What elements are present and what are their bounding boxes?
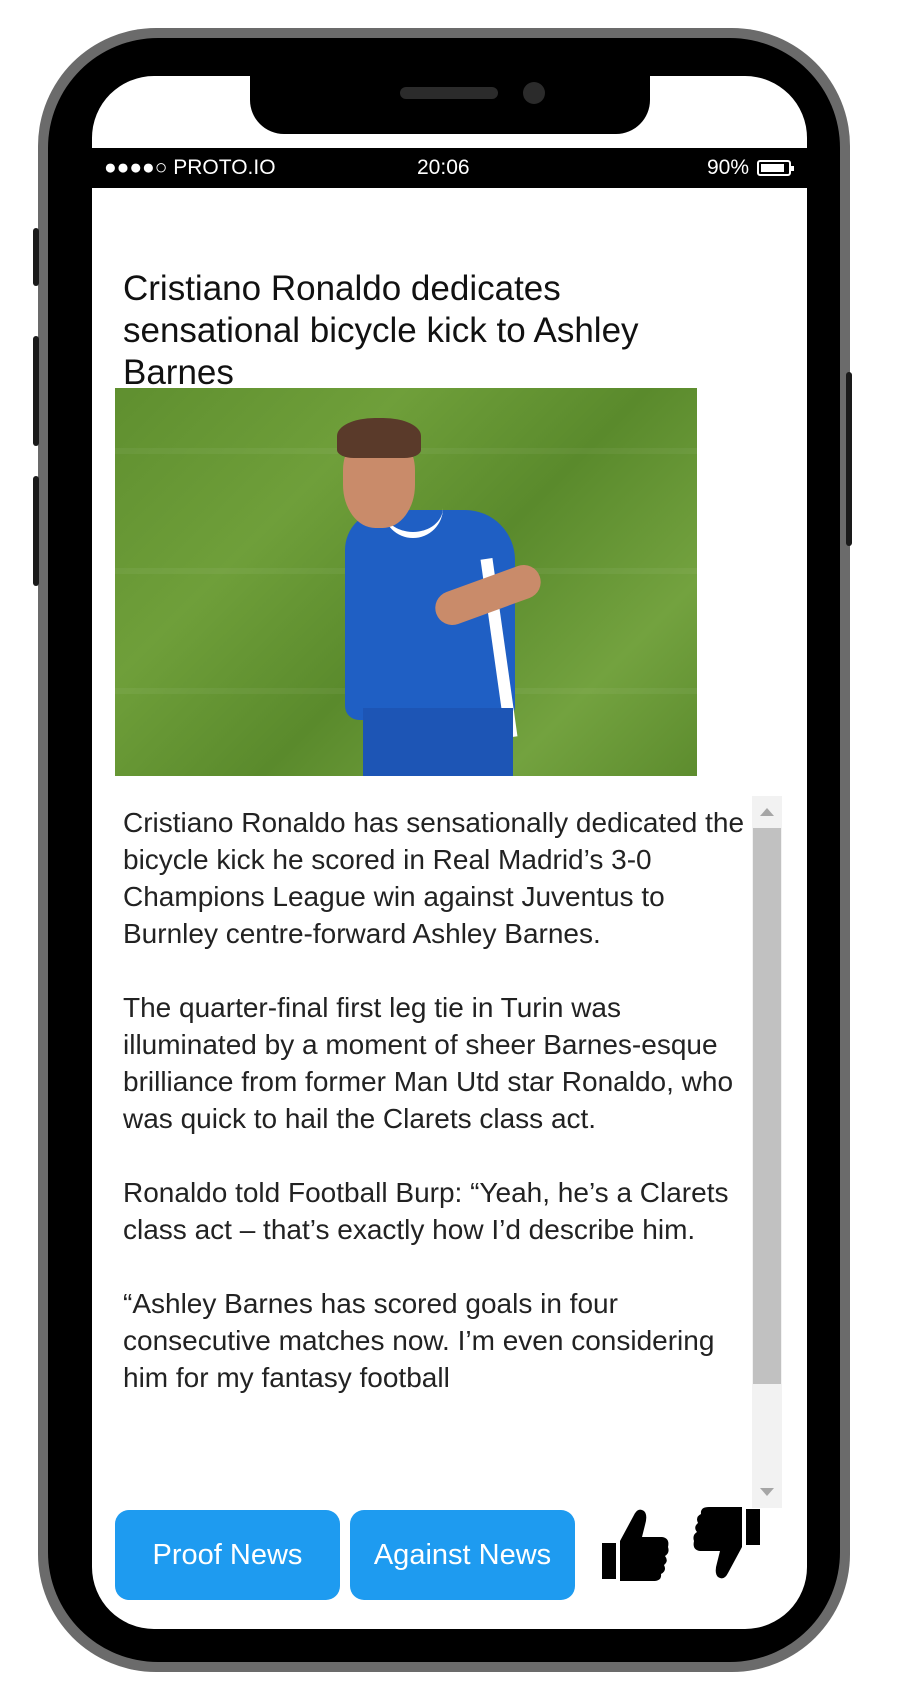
volume-down-button (33, 476, 39, 586)
scroll-up-arrow-icon[interactable] (760, 808, 774, 816)
article-photo (115, 388, 697, 776)
battery-percent: 90% (706, 156, 749, 179)
volume-up-button (33, 336, 39, 446)
article-paragraph: The quarter-final first leg tie in Turin… (123, 992, 734, 1134)
scrollbar-thumb[interactable] (753, 828, 781, 1384)
thumbs-up-icon[interactable] (598, 1505, 670, 1583)
power-button (846, 372, 852, 546)
against-news-button[interactable]: Against News (350, 1510, 575, 1600)
thumbs-down-icon[interactable] (692, 1505, 764, 1583)
player-shorts (363, 708, 513, 776)
carrier-label: ●●●●○ PROTO.IO (104, 156, 276, 179)
article-paragraph: Ronaldo told Football Burp: “Yeah, he’s … (123, 1177, 729, 1245)
clock: 20:06 (417, 156, 470, 179)
proof-news-button[interactable]: Proof News (115, 1510, 340, 1600)
article-paragraph: “Ashley Barnes has scored goals in four … (123, 1288, 715, 1393)
article-headline: Cristiano Ronaldo dedicates sensational … (123, 269, 639, 392)
scroll-down-arrow-icon[interactable] (760, 1488, 774, 1496)
status-bar: ●●●●○ PROTO.IO 20:06 90% (92, 148, 807, 188)
mute-switch (33, 228, 39, 286)
player-hair (337, 418, 421, 458)
speaker-grille (400, 87, 498, 99)
battery-fill (761, 164, 784, 172)
phone-notch (250, 76, 650, 134)
front-camera (523, 82, 545, 104)
article-scrollbar[interactable] (752, 796, 782, 1508)
battery-icon (757, 160, 794, 176)
article-paragraph: Cristiano Ronaldo has sensationally dedi… (123, 807, 745, 949)
article-body[interactable]: Cristiano Ronaldo has sensationally dedi… (123, 804, 748, 1504)
battery-status: 90% (706, 156, 794, 180)
